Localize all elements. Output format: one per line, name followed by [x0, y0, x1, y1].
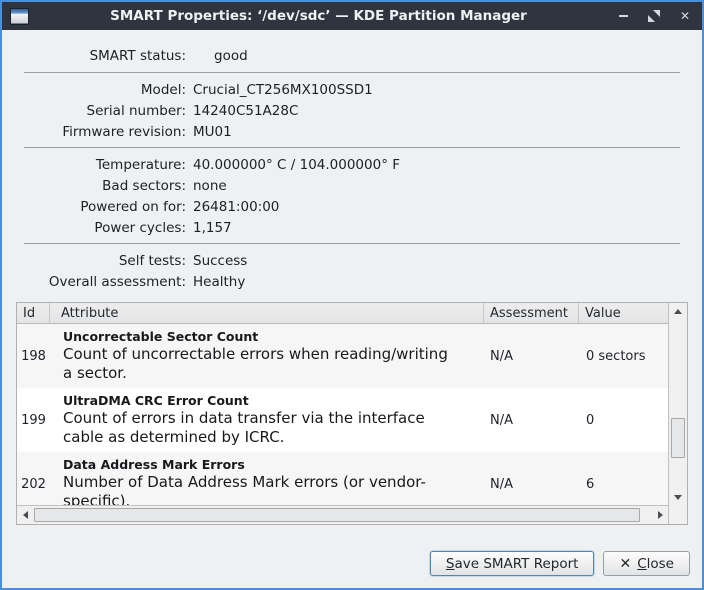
attribute-value: 0: [579, 388, 668, 452]
column-header-assessment[interactable]: Assessment: [484, 303, 579, 323]
vertical-scrollbar-track[interactable]: [669, 319, 687, 489]
vertical-scrollbar-thumb[interactable]: [671, 418, 685, 458]
firmware-revision-row: Firmware revision: MU01: [2, 121, 702, 142]
smart-info-form: SMART status: good Model: Crucial_CT256M…: [2, 30, 702, 292]
scroll-right-button[interactable]: [652, 506, 668, 524]
save-smart-report-button[interactable]: Save SMART Report: [430, 551, 595, 576]
close-icon: ✕: [680, 10, 690, 22]
firmware-revision-value: MU01: [193, 124, 232, 140]
column-header-attribute[interactable]: Attribute: [50, 303, 484, 323]
attribute-id: 202: [17, 452, 50, 505]
close-button[interactable]: ✕: [678, 9, 692, 23]
vertical-scrollbar[interactable]: [668, 303, 687, 524]
self-tests-row: Self tests: Success: [2, 250, 702, 271]
table-body: 198 Uncorrectable Sector Count Count of …: [17, 324, 668, 505]
section-divider: [24, 243, 680, 244]
model-value: Crucial_CT256MX100SSD1: [193, 82, 373, 98]
attribute-cell: Uncorrectable Sector Count Count of unco…: [50, 324, 484, 388]
horizontal-scrollbar-thumb[interactable]: [34, 508, 640, 522]
smart-properties-dialog: SMART Properties: ‘/dev/sdc’ — KDE Parti…: [0, 0, 704, 590]
scroll-up-icon: [674, 309, 682, 314]
close-dialog-button[interactable]: ✕ Close: [603, 551, 690, 576]
attribute-value: 6: [579, 452, 668, 505]
power-cycles-row: Power cycles: 1,157: [2, 217, 702, 238]
power-cycles-label: Power cycles:: [2, 220, 186, 236]
attribute-assessment: N/A: [484, 388, 579, 452]
powered-on-label: Powered on for:: [2, 199, 186, 215]
power-cycles-value: 1,157: [193, 220, 232, 236]
overall-assessment-value: Healthy: [193, 274, 245, 290]
overall-assessment-label: Overall assessment:: [2, 274, 186, 290]
powered-on-value: 26481:00:00: [193, 199, 279, 215]
overall-assessment-row: Overall assessment: Healthy: [2, 271, 702, 292]
table-row-199[interactable]: 199 UltraDMA CRC Error Count Count of er…: [17, 388, 668, 452]
attribute-name: UltraDMA CRC Error Count: [63, 392, 478, 409]
powered-on-row: Powered on for: 26481:00:00: [2, 196, 702, 217]
serial-number-value: 14240C51A28C: [193, 103, 298, 119]
scroll-left-icon: [23, 511, 28, 519]
model-label: Model:: [2, 82, 186, 98]
model-row: Model: Crucial_CT256MX100SSD1: [2, 79, 702, 100]
smart-status-label: SMART status:: [2, 48, 186, 64]
bad-sectors-row: Bad sectors: none: [2, 175, 702, 196]
scroll-down-icon: [674, 495, 682, 500]
horizontal-scrollbar[interactable]: [17, 505, 668, 524]
window-controls: ✕: [616, 9, 692, 23]
attribute-cell: Data Address Mark Errors Number of Data …: [50, 452, 484, 505]
close-x-icon: ✕: [619, 557, 631, 571]
horizontal-scrollbar-track[interactable]: [33, 506, 652, 524]
attribute-name: Data Address Mark Errors: [63, 456, 478, 473]
attribute-description: Count of uncorrectable errors when readi…: [63, 345, 478, 383]
self-tests-value: Success: [193, 253, 247, 269]
table-header: Id Attribute Assessment Value: [17, 303, 668, 324]
scroll-up-button[interactable]: [669, 303, 687, 319]
attribute-assessment: N/A: [484, 452, 579, 505]
attribute-cell: UltraDMA CRC Error Count Count of errors…: [50, 388, 484, 452]
attributes-table: Id Attribute Assessment Value 198 Uncorr…: [16, 302, 688, 525]
close-button-label: Close: [637, 556, 674, 572]
temperature-value: 40.000000° C / 104.000000° F: [193, 157, 400, 173]
attribute-value: 0 sectors: [579, 324, 668, 388]
bad-sectors-label: Bad sectors:: [2, 178, 186, 194]
dialog-button-row: Save SMART Report ✕ Close: [2, 551, 702, 588]
attribute-id: 199: [17, 388, 50, 452]
app-icon: [10, 8, 29, 25]
table-row-202[interactable]: 202 Data Address Mark Errors Number of D…: [17, 452, 668, 505]
window-title: SMART Properties: ‘/dev/sdc’ — KDE Parti…: [29, 8, 608, 24]
smart-status-row: SMART status: good: [2, 45, 702, 67]
attribute-assessment: N/A: [484, 324, 579, 388]
column-header-value[interactable]: Value: [579, 303, 668, 323]
smart-status-value: good: [214, 48, 248, 64]
attribute-description: Count of errors in data transfer via the…: [63, 409, 478, 447]
attribute-name: Uncorrectable Sector Count: [63, 328, 478, 345]
attribute-id: 198: [17, 324, 50, 388]
bad-sectors-value: none: [193, 178, 227, 194]
scrollbar-corner: [669, 505, 687, 524]
minimize-button[interactable]: [616, 9, 630, 23]
attributes-table-main: Id Attribute Assessment Value 198 Uncorr…: [17, 303, 668, 524]
temperature-row: Temperature: 40.000000° C / 104.000000° …: [2, 154, 702, 175]
restore-button[interactable]: [647, 9, 661, 23]
attribute-description: Number of Data Address Mark errors (or v…: [63, 473, 478, 505]
minimize-icon: [619, 15, 628, 17]
scroll-down-button[interactable]: [669, 489, 687, 505]
serial-number-row: Serial number: 14240C51A28C: [2, 100, 702, 121]
temperature-label: Temperature:: [2, 157, 186, 173]
titlebar[interactable]: SMART Properties: ‘/dev/sdc’ — KDE Parti…: [2, 2, 702, 30]
restore-icon: [648, 10, 660, 22]
section-divider: [24, 72, 680, 73]
table-row-198[interactable]: 198 Uncorrectable Sector Count Count of …: [17, 324, 668, 388]
scroll-left-button[interactable]: [17, 506, 33, 524]
scroll-right-icon: [658, 511, 663, 519]
save-button-label: Save SMART Report: [446, 556, 579, 572]
serial-number-label: Serial number:: [2, 103, 186, 119]
section-divider: [24, 147, 680, 148]
self-tests-label: Self tests:: [2, 253, 186, 269]
firmware-revision-label: Firmware revision:: [2, 124, 186, 140]
column-header-id[interactable]: Id: [17, 303, 50, 323]
